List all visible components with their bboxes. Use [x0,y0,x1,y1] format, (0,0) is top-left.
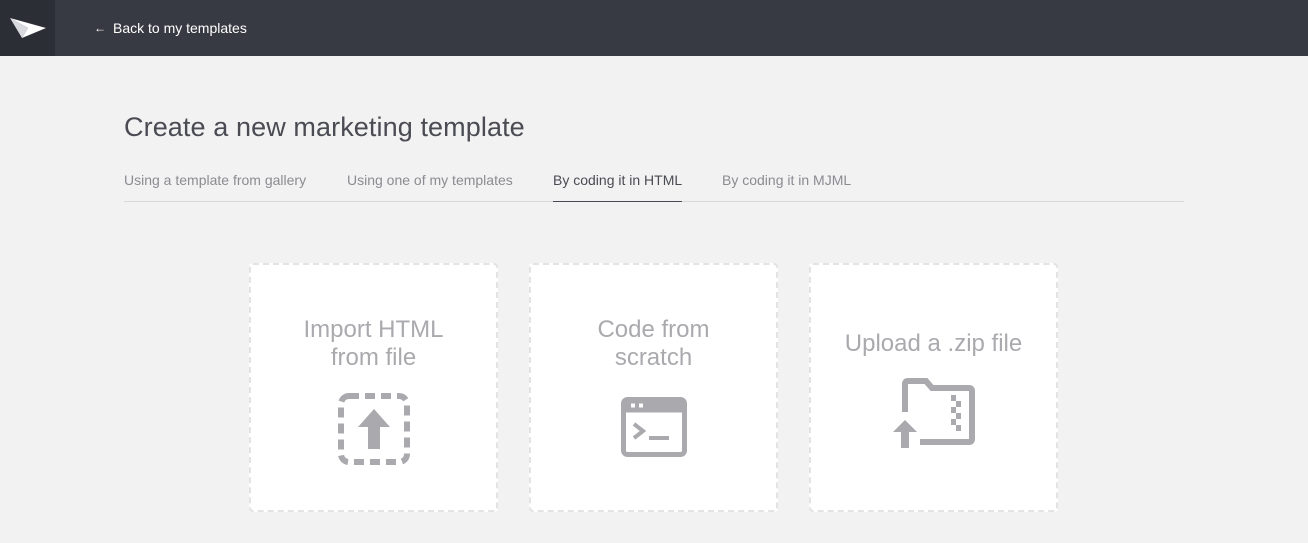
import-html-card[interactable]: Import HTML from file [249,263,498,512]
zip-folder-upload-icon [892,378,975,448]
tab-coding-mjml[interactable]: By coding it in MJML [722,170,851,202]
back-link-label: Back to my templates [113,20,247,36]
paper-plane-icon [9,18,46,38]
arrow-left-icon: ← [94,21,106,35]
tab-my-templates[interactable]: Using one of my templates [347,170,513,202]
code-from-scratch-card[interactable]: Code from scratch [529,263,778,512]
tab-template-gallery[interactable]: Using a template from gallery [124,170,306,202]
import-html-title: Import HTML from file [303,316,444,371]
page-title: Create a new marketing template [124,112,525,142]
top-bar: ← Back to my templates [0,0,1308,56]
tab-bar: Using a template from gallery Using one … [124,170,1184,202]
upload-zip-card[interactable]: Upload a .zip file [809,263,1058,512]
code-from-scratch-title: Code from scratch [597,316,710,371]
tab-coding-html[interactable]: By coding it in HTML [553,170,683,202]
upload-icon [337,393,410,465]
upload-zip-title: Upload a .zip file [844,330,1023,357]
logo[interactable] [0,0,55,56]
back-to-templates-link[interactable]: ← Back to my templates [94,19,247,37]
terminal-window-icon [620,397,687,457]
